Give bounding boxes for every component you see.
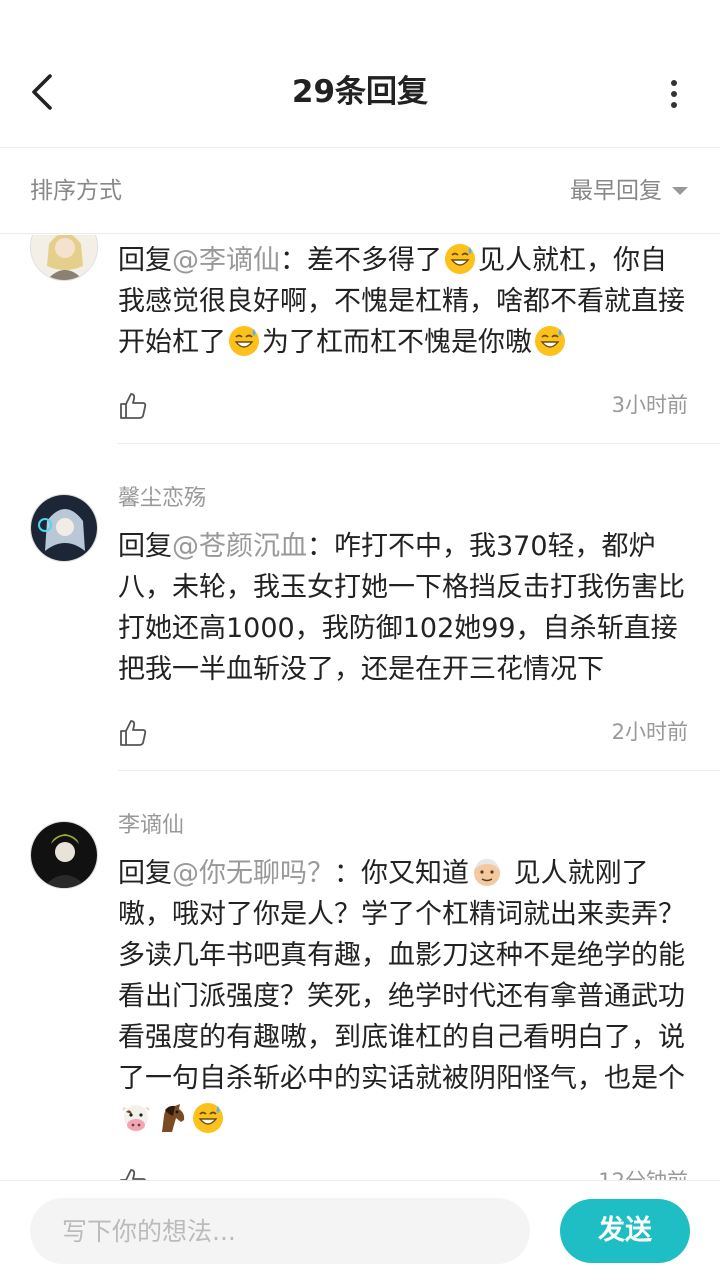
reply-time: 2小时前 [611, 720, 688, 744]
comment-input[interactable] [30, 1198, 530, 1264]
mention-link[interactable]: @李谪仙 [172, 245, 280, 276]
more-options-button[interactable] [666, 74, 682, 114]
caret-down-icon [672, 187, 688, 195]
page-title: 29条回复 [291, 74, 429, 110]
sweat-smile-emoji-icon [193, 1103, 223, 1133]
mention-link[interactable]: @苍颜沉血 [172, 531, 307, 562]
username[interactable]: 李谪仙 [118, 811, 184, 841]
avatar[interactable] [30, 821, 98, 889]
send-button[interactable]: 发送 [560, 1199, 690, 1263]
sweat-smile-emoji-icon [229, 326, 259, 356]
reply-time: 12分钟前 [598, 1166, 688, 1180]
like-button[interactable] [118, 718, 148, 748]
comment-composer: 发送 [0, 1180, 720, 1280]
more-vertical-icon [671, 80, 677, 86]
thumbs-up-icon [120, 393, 147, 419]
like-button[interactable] [118, 391, 148, 421]
like-button[interactable] [118, 1167, 148, 1180]
sweat-smile-emoji-icon [535, 326, 565, 356]
avatar[interactable] [30, 235, 98, 281]
cow-face-emoji-icon [122, 1105, 150, 1131]
username[interactable]: 馨尘恋殇 [118, 484, 206, 514]
old-man-emoji-icon [474, 859, 500, 886]
reply-content: 回复@苍颜沉血：咋打不中，我370轻，都炉八，未轮，我玉女打她一下格挡反击打我伤… [118, 531, 685, 685]
reply-time: 3小时前 [611, 393, 688, 417]
reply-content: 回复@李谪仙：差不多得了 见人就杠，你自我感觉很良好啊，不愧是杠精，啥都不看就直接… [118, 244, 685, 358]
thumbs-up-icon [120, 720, 147, 746]
avatar[interactable] [30, 494, 98, 562]
sort-bar: 排序方式 最早回复 [0, 149, 720, 234]
mention-link[interactable]: @你无聊吗？ [172, 858, 334, 889]
reply-item: 回复@李谪仙：差不多得了 见人就杠，你自我感觉很良好啊，不愧是杠精，啥都不看就直接… [0, 235, 720, 444]
reply-item: 馨尘恋殇 回复@苍颜沉血：咋打不中，我370轻，都炉八，未轮，我玉女打她一下格挡… [0, 444, 720, 771]
sort-dropdown[interactable]: 最早回复 [570, 175, 688, 207]
sort-label: 排序方式 [30, 178, 122, 204]
horse-emoji-icon [162, 1104, 185, 1132]
reply-item: 李谪仙 回复@你无聊吗？：你又知道 见人就刚了嗷，哦对了你是人？学了个杠精词就出… [0, 771, 720, 1180]
sweat-smile-emoji-icon [445, 244, 475, 274]
reply-content: 回复@你无聊吗？：你又知道 见人就刚了嗷，哦对了你是人？学了个杠精词就出来卖弄？… [118, 853, 688, 1140]
reply-list[interactable]: 回复@李谪仙：差不多得了 见人就杠，你自我感觉很良好啊，不愧是杠精，啥都不看就直接… [0, 235, 720, 1180]
thumbs-up-icon [120, 1169, 146, 1180]
top-bar: 29条回复 [0, 0, 720, 148]
sort-selected: 最早回复 [570, 178, 662, 204]
